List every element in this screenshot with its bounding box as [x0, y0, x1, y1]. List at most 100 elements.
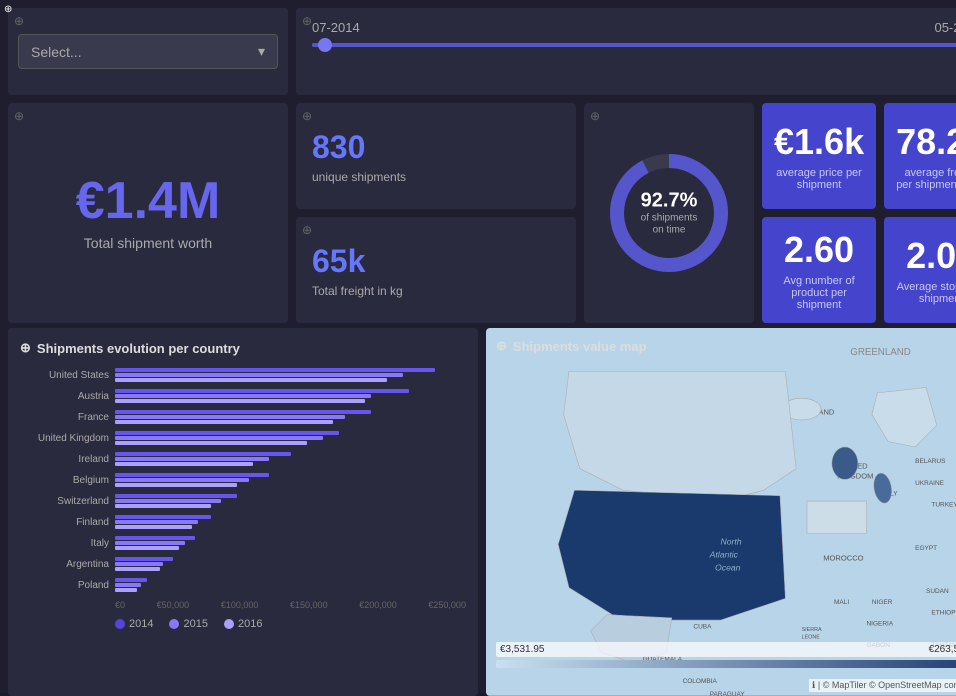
bar-2016 — [115, 504, 211, 508]
on-time-donut-panel: ⊕ 92.7% of shipments on time — [584, 103, 754, 323]
drag-handle-icon: ⊕ — [4, 4, 12, 15]
drag-handle-icon: ⊕ — [302, 223, 312, 237]
svg-text:ETHIOPIA: ETHIOPIA — [931, 610, 956, 617]
bar-2015 — [115, 394, 371, 398]
bar-2016 — [115, 546, 179, 550]
bar-2016 — [115, 441, 307, 445]
bar-2016 — [115, 483, 237, 487]
filter-select-panel: ⊕ Select... ▾ — [8, 8, 288, 95]
bar-chart-row: Finland — [20, 513, 466, 531]
bar-2016 — [115, 588, 137, 592]
svg-text:MOROCCO: MOROCCO — [823, 554, 863, 563]
date-range-track[interactable] — [312, 43, 956, 47]
svg-text:BELARUS: BELARUS — [915, 458, 946, 465]
bar-2015 — [115, 457, 269, 461]
bar-2015 — [115, 415, 345, 419]
attribution-credit: © MapTiler © OpenStreetMap contributors — [823, 680, 956, 690]
svg-text:Ocean: Ocean — [715, 562, 741, 572]
date-range-panel: ⊕ 07-2014 05-2016 — [296, 8, 956, 95]
legend-min-value: €3,531.95 — [500, 644, 545, 655]
avg-freight-label: average freight per shipment in kg — [896, 167, 956, 191]
svg-text:MALI: MALI — [834, 599, 849, 606]
bar-label: Argentina — [20, 559, 115, 570]
slider-fill — [312, 43, 956, 47]
x-axis: €0 €50,000 €100,000 €150,000 €200,000 €2… — [20, 600, 466, 610]
attribution-text: ℹ | — [812, 680, 823, 690]
bar-chart-row: Italy — [20, 534, 466, 552]
legend-dot-2016 — [224, 619, 234, 629]
bar-group — [115, 557, 466, 571]
bar-2015 — [115, 373, 403, 377]
svg-text:COLOMBIA: COLOMBIA — [683, 678, 718, 685]
unique-shipments-label: unique shipments — [312, 170, 560, 184]
bar-2016 — [115, 567, 160, 571]
bar-2014 — [115, 557, 173, 561]
map-legend-bar: €3,531.95 €263,566.98 — [496, 642, 956, 668]
bar-label: Ireland — [20, 454, 115, 465]
map-title: ⊕ Shipments value map — [496, 338, 647, 354]
bar-2015 — [115, 562, 163, 566]
map-svg: GREENLAND ICELAND SWEDEN UNITED KINGDOM … — [486, 328, 956, 696]
legend-dot-2015 — [169, 619, 179, 629]
bar-chart-row: Poland — [20, 576, 466, 594]
bar-label: Austria — [20, 391, 115, 402]
avg-stops-label: Average stops per shipment — [896, 281, 956, 305]
date-start-label: 07-2014 — [312, 20, 360, 35]
bar-label: United Kingdom — [20, 433, 115, 444]
svg-text:North: North — [720, 536, 741, 546]
total-worth-label: Total shipment worth — [84, 235, 212, 251]
bar-chart: United StatesAustriaFranceUnited Kingdom… — [20, 366, 466, 594]
svg-text:UKRAINE: UKRAINE — [915, 480, 945, 487]
bar-label: Poland — [20, 580, 115, 591]
bar-2014 — [115, 452, 291, 456]
country-select-dropdown[interactable]: Select... ▾ — [18, 34, 278, 69]
map-legend-gradient — [496, 660, 956, 668]
avg-stops-value: 2.01 — [906, 235, 956, 277]
map-panel: ⊕ Shipments value map + − GREENLAND ICEL… — [486, 328, 956, 696]
select-placeholder: Select... — [31, 44, 82, 60]
svg-text:SUDAN: SUDAN — [926, 588, 949, 595]
drag-handle-icon: ⊕ — [302, 14, 312, 28]
on-time-label: of shipments on time — [637, 213, 702, 237]
bar-label: Italy — [20, 538, 115, 549]
bar-label: Belgium — [20, 475, 115, 486]
bar-2014 — [115, 389, 409, 393]
drag-icon: ⊕ — [20, 340, 31, 356]
svg-text:EGYPT: EGYPT — [915, 545, 937, 552]
bar-2014 — [115, 536, 195, 540]
legend-2016: 2016 — [224, 618, 262, 630]
map-legend-values: €3,531.95 €263,566.98 — [496, 642, 956, 657]
bar-2016 — [115, 525, 192, 529]
avg-stops-card: ⊕ 2.01 Average stops per shipment — [884, 217, 956, 323]
bar-label: Finland — [20, 517, 115, 528]
svg-text:GREENLAND: GREENLAND — [850, 347, 911, 358]
bar-group — [115, 536, 466, 550]
bar-group — [115, 452, 466, 466]
svg-text:CUBA: CUBA — [693, 624, 712, 631]
bar-chart-row: United Kingdom — [20, 429, 466, 447]
bar-group — [115, 368, 466, 382]
bar-2016 — [115, 462, 253, 466]
svg-text:NIGERIA: NIGERIA — [866, 620, 893, 627]
donut-chart: 92.7% of shipments on time — [604, 148, 734, 278]
drag-handle-icon: ⊕ — [302, 109, 312, 123]
bar-chart-row: United States — [20, 366, 466, 384]
drag-handle-icon: ⊕ — [14, 14, 24, 28]
map-attribution: ℹ | © MapTiler © OpenStreetMap contribut… — [809, 679, 956, 692]
bar-2014 — [115, 431, 339, 435]
bar-group — [115, 389, 466, 403]
bar-chart-row: Switzerland — [20, 492, 466, 510]
legend-dot-2014 — [115, 619, 125, 629]
svg-text:PARAGUAY: PARAGUAY — [710, 691, 746, 696]
slider-thumb-left[interactable] — [318, 38, 332, 52]
bar-chart-title: ⊕ Shipments evolution per country — [20, 340, 466, 356]
svg-text:SIERRA: SIERRA — [802, 627, 822, 633]
drag-icon: ⊕ — [496, 338, 507, 354]
bar-label: Switzerland — [20, 496, 115, 507]
bar-2014 — [115, 578, 147, 582]
bar-chart-row: Ireland — [20, 450, 466, 468]
bar-2014 — [115, 494, 237, 498]
bar-2014 — [115, 473, 269, 477]
on-time-percent: 92.7% — [637, 190, 702, 213]
avg-freight-value: 78.24 — [896, 121, 956, 163]
